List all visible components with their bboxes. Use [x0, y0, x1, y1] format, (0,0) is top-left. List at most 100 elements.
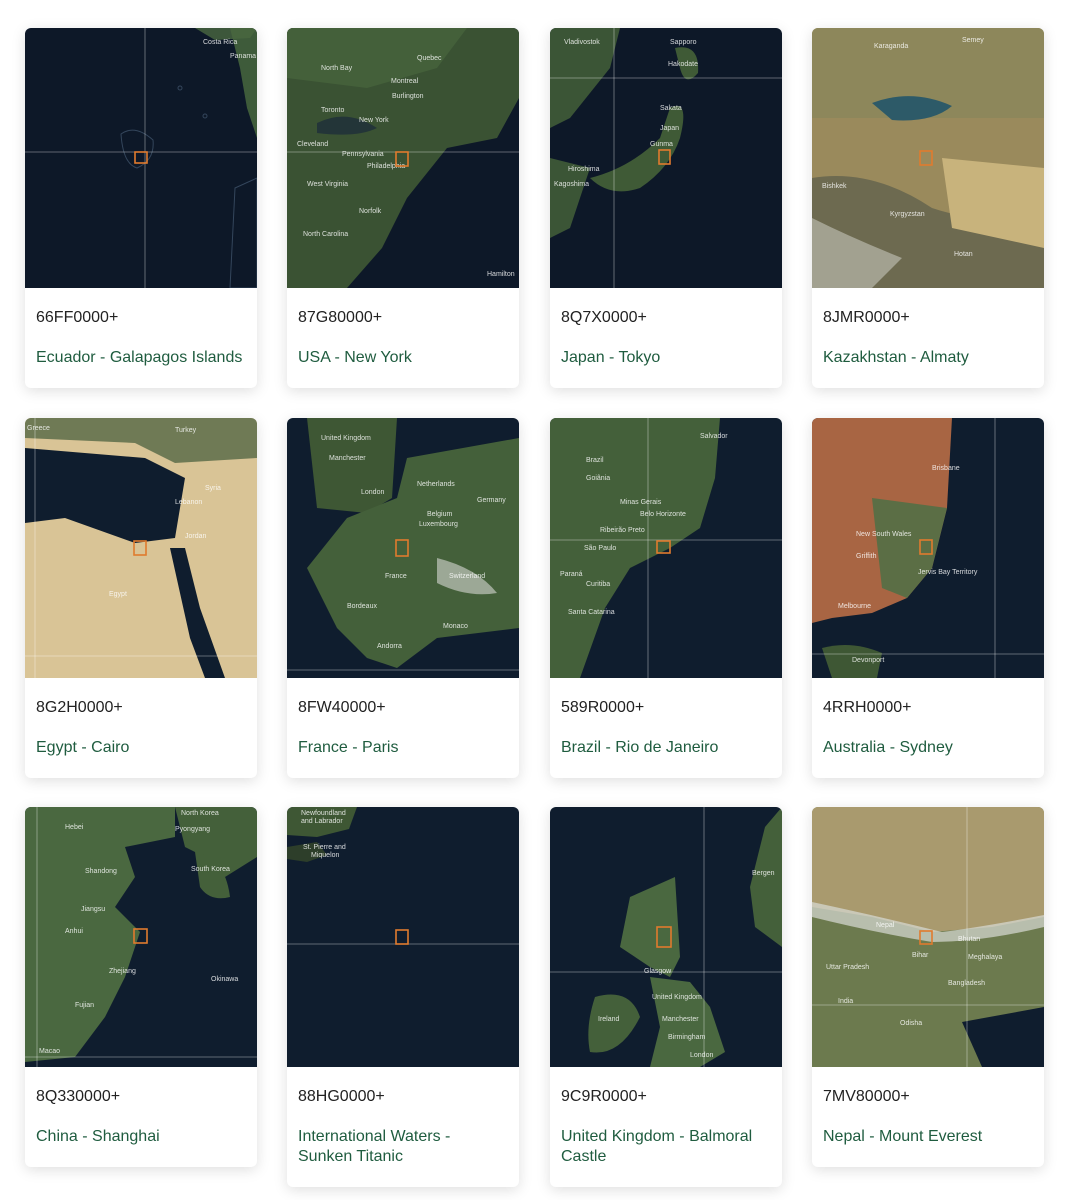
- svg-text:Salvador: Salvador: [700, 433, 728, 440]
- svg-text:South Korea: South Korea: [191, 866, 230, 873]
- svg-text:Karaganda: Karaganda: [874, 43, 908, 50]
- svg-text:Jordan: Jordan: [185, 533, 207, 540]
- svg-text:Brazil: Brazil: [586, 457, 604, 464]
- plus-code: 589R0000+: [561, 699, 645, 716]
- svg-text:Bergen: Bergen: [752, 870, 775, 877]
- location-card[interactable]: Salvador Brazil Goiânia Minas Gerais Bel…: [550, 418, 782, 778]
- location-card[interactable]: Newfoundland and Labrador St. Pierre and…: [287, 807, 519, 1187]
- svg-text:Okinawa: Okinawa: [211, 976, 238, 983]
- plus-code: 87G80000+: [298, 309, 383, 326]
- location-card[interactable]: North Korea Hebei Pyongyang South Korea …: [25, 807, 257, 1167]
- location-card[interactable]: Nepal Bhutan Bihar Uttar Pradesh Meghala…: [812, 807, 1044, 1167]
- satellite-map-thumbnail: Salvador Brazil Goiânia Minas Gerais Bel…: [550, 418, 782, 678]
- svg-text:Sakata: Sakata: [660, 105, 682, 112]
- svg-text:Switzerland: Switzerland: [449, 573, 485, 580]
- location-card[interactable]: Greece Turkey Syria Lebanon Jordan Egypt…: [25, 418, 257, 778]
- svg-text:Burlington: Burlington: [392, 93, 424, 100]
- location-card[interactable]: Karaganda Semey Bishkek Kyrgyzstan Hotan…: [812, 28, 1044, 388]
- svg-text:Paraná: Paraná: [560, 571, 583, 578]
- svg-text:Costa Rica: Costa Rica: [203, 39, 237, 46]
- location-card[interactable]: Costa Rica Panama 66FF0000+ Ecuador - Ga…: [25, 28, 257, 388]
- svg-text:Montreal: Montreal: [391, 78, 419, 85]
- svg-text:New York: New York: [359, 117, 389, 124]
- location-card[interactable]: Bergen Glasgow United Kingdom Ireland Ma…: [550, 807, 782, 1187]
- location-card[interactable]: United Kingdom Manchester London Netherl…: [287, 418, 519, 778]
- svg-text:Semey: Semey: [962, 37, 984, 44]
- satellite-map-thumbnail: North Korea Hebei Pyongyang South Korea …: [25, 807, 257, 1067]
- svg-text:Gunma: Gunma: [650, 141, 673, 148]
- svg-text:Quebec: Quebec: [417, 55, 442, 62]
- svg-text:Netherlands: Netherlands: [417, 481, 455, 488]
- svg-text:Panama: Panama: [230, 53, 256, 60]
- plus-code: 8G2H0000+: [36, 699, 123, 716]
- satellite-map-thumbnail: Greece Turkey Syria Lebanon Jordan Egypt: [25, 418, 257, 678]
- svg-text:São Paulo: São Paulo: [584, 545, 616, 552]
- svg-text:Kagoshima: Kagoshima: [554, 181, 589, 188]
- location-name-link[interactable]: Ecuador - Galapagos Islands: [36, 348, 246, 368]
- svg-text:North Carolina: North Carolina: [303, 231, 348, 238]
- svg-text:Japan: Japan: [660, 125, 679, 132]
- svg-text:Turkey: Turkey: [175, 427, 197, 434]
- location-name-link[interactable]: Kazakhstan - Almaty: [823, 348, 1033, 368]
- plus-code: 66FF0000+: [36, 309, 119, 326]
- location-name-link[interactable]: Nepal - Mount Everest: [823, 1127, 1033, 1147]
- svg-text:Toronto: Toronto: [321, 107, 344, 114]
- svg-text:Hamilton: Hamilton: [487, 271, 515, 278]
- location-name-link[interactable]: USA - New York: [298, 348, 508, 368]
- svg-text:Brisbane: Brisbane: [932, 465, 960, 472]
- svg-text:Birmingham: Birmingham: [668, 1034, 706, 1041]
- plus-code: 8Q7X0000+: [561, 309, 647, 326]
- svg-text:New South Wales: New South Wales: [856, 531, 912, 538]
- satellite-map-thumbnail: Vladivostok Sapporo Hakodate Sakata Japa…: [550, 28, 782, 288]
- plus-code: 9C9R0000+: [561, 1088, 647, 1105]
- svg-text:Hotan: Hotan: [954, 251, 973, 258]
- svg-text:Zhejiang: Zhejiang: [109, 968, 136, 975]
- location-name-link[interactable]: Australia - Sydney: [823, 738, 1033, 758]
- svg-text:Santa Catarina: Santa Catarina: [568, 609, 615, 616]
- svg-text:Griffith: Griffith: [856, 553, 877, 560]
- svg-text:India: India: [838, 998, 853, 1005]
- svg-text:Bihar: Bihar: [912, 952, 929, 959]
- svg-text:Macao: Macao: [39, 1048, 60, 1055]
- svg-text:Belgium: Belgium: [427, 511, 452, 518]
- plus-code: 8FW40000+: [298, 699, 386, 716]
- svg-text:Greece: Greece: [27, 425, 50, 432]
- location-card[interactable]: North Bay Quebec Montreal Burlington Tor…: [287, 28, 519, 388]
- svg-text:North Korea: North Korea: [181, 810, 219, 817]
- svg-text:North Bay: North Bay: [321, 65, 353, 72]
- svg-text:Hakodate: Hakodate: [668, 61, 698, 68]
- svg-text:Manchester: Manchester: [329, 455, 366, 462]
- svg-text:Odisha: Odisha: [900, 1020, 922, 1027]
- svg-text:Luxembourg: Luxembourg: [419, 521, 458, 528]
- svg-text:Belo Horizonte: Belo Horizonte: [640, 511, 686, 518]
- location-card[interactable]: Vladivostok Sapporo Hakodate Sakata Japa…: [550, 28, 782, 388]
- svg-text:Norfolk: Norfolk: [359, 208, 382, 215]
- plus-code: 7MV80000+: [823, 1088, 910, 1105]
- location-name-link[interactable]: Brazil - Rio de Janeiro: [561, 738, 771, 758]
- location-name-link[interactable]: Japan - Tokyo: [561, 348, 771, 368]
- location-name-link[interactable]: France - Paris: [298, 738, 508, 758]
- svg-text:Anhui: Anhui: [65, 928, 83, 935]
- svg-text:United Kingdom: United Kingdom: [321, 435, 371, 442]
- plus-code: 88HG0000+: [298, 1088, 385, 1105]
- svg-text:Hiroshima: Hiroshima: [568, 166, 600, 173]
- svg-text:West Virginia: West Virginia: [307, 181, 348, 188]
- svg-text:Bishkek: Bishkek: [822, 183, 847, 190]
- svg-text:Goiânia: Goiânia: [586, 475, 610, 482]
- satellite-map-thumbnail: Nepal Bhutan Bihar Uttar Pradesh Meghala…: [812, 807, 1044, 1067]
- location-name-link[interactable]: China - Shanghai: [36, 1127, 246, 1147]
- svg-text:Pyongyang: Pyongyang: [175, 826, 210, 833]
- location-card[interactable]: Brisbane New South Wales Griffith Jervis…: [812, 418, 1044, 778]
- svg-text:Glasgow: Glasgow: [644, 968, 672, 975]
- svg-text:and Labrador: and Labrador: [301, 818, 343, 825]
- svg-text:Devonport: Devonport: [852, 657, 884, 664]
- location-name-link[interactable]: United Kingdom - Balmoral Castle: [561, 1127, 771, 1167]
- svg-text:Miquelon: Miquelon: [311, 852, 340, 859]
- location-name-link[interactable]: International Waters - Sunken Titanic: [298, 1127, 508, 1167]
- location-name-link[interactable]: Egypt - Cairo: [36, 738, 246, 758]
- svg-text:Melbourne: Melbourne: [838, 603, 871, 610]
- satellite-map-thumbnail: Costa Rica Panama: [25, 28, 257, 288]
- svg-text:Uttar Pradesh: Uttar Pradesh: [826, 964, 869, 971]
- svg-text:Monaco: Monaco: [443, 623, 468, 630]
- svg-text:United Kingdom: United Kingdom: [652, 994, 702, 1001]
